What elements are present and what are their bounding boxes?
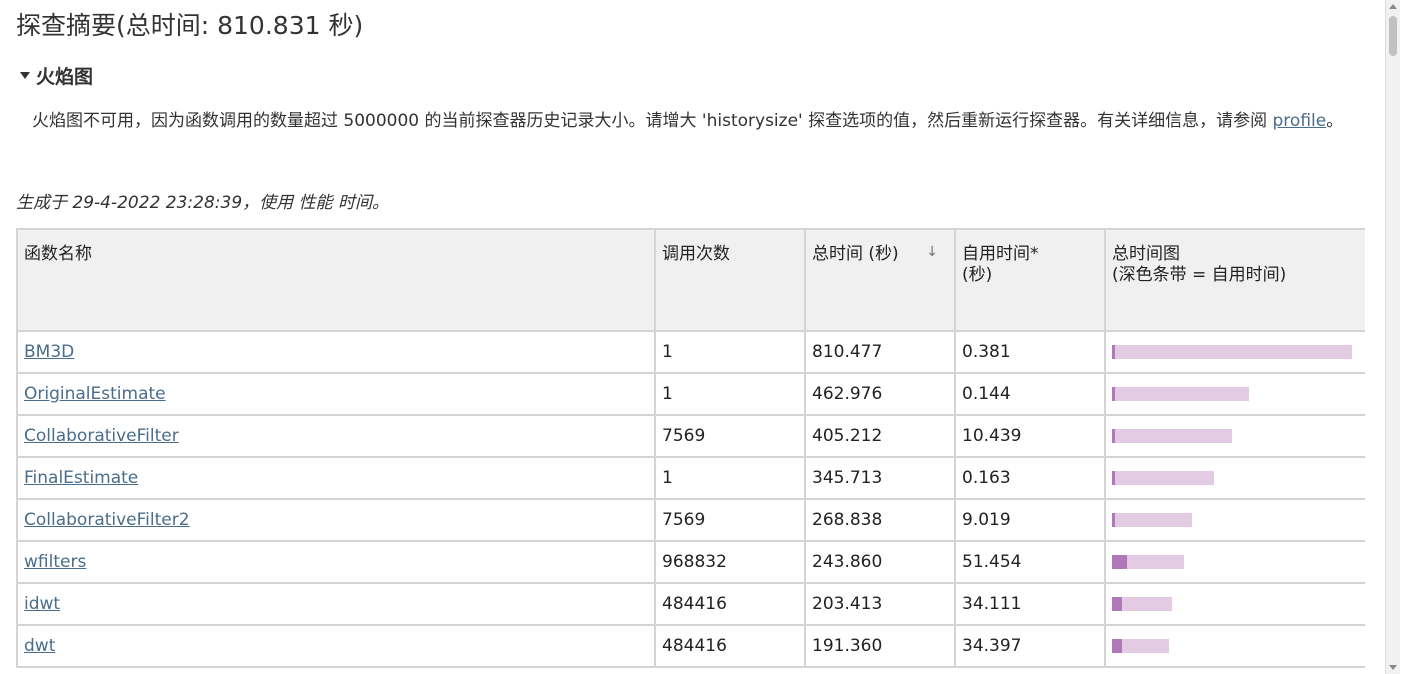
page-title: 探查摘要(总时间: 810.831 秒) — [16, 11, 364, 40]
total-time-bar — [1112, 513, 1192, 527]
flame-graph-notice: 火焰图不可用，因为函数调用的数量超过 5000000 的当前探查器历史记录大小。… — [32, 108, 1382, 134]
cell-total-time: 405.212 — [804, 414, 956, 458]
cell-total-time-plot — [1104, 330, 1365, 374]
header-function-name[interactable]: 函数名称 — [16, 228, 656, 332]
function-link[interactable]: dwt — [24, 636, 55, 656]
cell-calls: 484416 — [654, 582, 806, 626]
notice-text: 火焰图不可用，因为函数调用的数量超过 5000000 的当前探查器历史记录大小。… — [32, 111, 1273, 131]
cell-function-name: CollaborativeFilter2 — [16, 498, 656, 542]
cell-total-time-plot — [1104, 456, 1365, 500]
header-self-time-label: 自用时间* — [962, 244, 1039, 264]
cell-total-time-plot — [1104, 498, 1365, 542]
table-row: idwt 484416 203.413 34.111 — [16, 582, 1365, 626]
profile-table: 函数名称 调用次数 总时间 (秒) ↓ 自用时间* (秒) 总时间图 (深色条带… — [16, 228, 1365, 668]
self-time-bar — [1112, 429, 1115, 443]
cell-function-name: CollaborativeFilter — [16, 414, 656, 458]
cell-total-time: 345.713 — [804, 456, 956, 500]
header-total-time-label: 总时间 (秒) — [812, 244, 899, 264]
cell-total-time: 810.477 — [804, 330, 956, 374]
cell-calls: 1 — [654, 372, 806, 416]
self-time-bar — [1112, 387, 1115, 401]
table-row: wfilters 968832 243.860 51.454 — [16, 540, 1365, 584]
cell-self-time: 0.144 — [954, 372, 1106, 416]
cell-calls: 7569 — [654, 414, 806, 458]
cell-total-time: 243.860 — [804, 540, 956, 584]
cell-self-time: 9.019 — [954, 498, 1106, 542]
total-time-bar — [1112, 345, 1352, 359]
cell-calls: 484416 — [654, 624, 806, 668]
self-time-bar — [1112, 555, 1127, 569]
table-row: BM3D 1 810.477 0.381 — [16, 330, 1365, 374]
self-time-bar — [1112, 639, 1122, 653]
total-time-bar — [1112, 471, 1214, 485]
function-link[interactable]: wfilters — [24, 552, 86, 572]
cell-self-time: 51.454 — [954, 540, 1106, 584]
cell-function-name: FinalEstimate — [16, 456, 656, 500]
table-row: FinalEstimate 1 345.713 0.163 — [16, 456, 1365, 500]
self-time-bar — [1112, 597, 1122, 611]
header-function-name-label: 函数名称 — [24, 244, 92, 264]
function-link[interactable]: FinalEstimate — [24, 468, 138, 488]
scroll-down-icon[interactable] — [1389, 665, 1397, 670]
cell-self-time: 10.439 — [954, 414, 1106, 458]
notice-end: 。 — [1326, 111, 1344, 131]
sort-descending-icon: ↓ — [926, 244, 938, 260]
cell-total-time: 268.838 — [804, 498, 956, 542]
header-total-time[interactable]: 总时间 (秒) ↓ — [804, 228, 956, 332]
generated-info: 生成于 29-4-2022 23:28:39，使用 性能 时间。 — [16, 193, 389, 213]
function-link[interactable]: BM3D — [24, 342, 74, 362]
self-time-bar — [1112, 513, 1115, 527]
cell-total-time: 462.976 — [804, 372, 956, 416]
header-graph-label: 总时间图 — [1112, 244, 1180, 264]
table-row: OriginalEstimate 1 462.976 0.144 — [16, 372, 1365, 416]
function-link[interactable]: OriginalEstimate — [24, 384, 166, 404]
cell-calls: 1 — [654, 456, 806, 500]
scroll-up-icon[interactable] — [1389, 4, 1397, 9]
table-row: dwt 484416 191.360 34.397 — [16, 624, 1365, 668]
cell-function-name: OriginalEstimate — [16, 372, 656, 416]
header-calls-label: 调用次数 — [662, 244, 730, 264]
flame-graph-section-toggle[interactable]: 火焰图 — [20, 62, 93, 89]
header-self-time[interactable]: 自用时间* (秒) — [954, 228, 1106, 332]
flame-graph-heading: 火焰图 — [36, 66, 94, 88]
header-self-time-unit: (秒) — [962, 265, 993, 285]
profile-summary-page: 探查摘要(总时间: 810.831 秒) 火焰图 火焰图不可用，因为函数调用的数… — [0, 0, 1400, 674]
total-time-bar — [1112, 387, 1249, 401]
cell-total-time-plot — [1104, 372, 1365, 416]
total-time-bar — [1112, 429, 1232, 443]
cell-calls: 1 — [654, 330, 806, 374]
header-graph-legend: (深色条带 = 自用时间) — [1112, 265, 1287, 285]
cell-total-time-plot — [1104, 414, 1365, 458]
cell-total-time: 203.413 — [804, 582, 956, 626]
cell-function-name: idwt — [16, 582, 656, 626]
profile-doc-link[interactable]: profile — [1273, 111, 1327, 131]
cell-total-time-plot — [1104, 624, 1365, 668]
function-link[interactable]: CollaborativeFilter — [24, 426, 179, 446]
table-body: BM3D 1 810.477 0.381 OriginalEstimate 1 462.97… — [16, 330, 1365, 668]
header-calls[interactable]: 调用次数 — [654, 228, 806, 332]
scrollbar-thumb[interactable] — [1389, 16, 1397, 56]
cell-function-name: BM3D — [16, 330, 656, 374]
cell-function-name: dwt — [16, 624, 656, 668]
self-time-bar — [1112, 471, 1115, 485]
table-row: CollaborativeFilter2 7569 268.838 9.019 — [16, 498, 1365, 542]
cell-self-time: 0.381 — [954, 330, 1106, 374]
function-link[interactable]: idwt — [24, 594, 60, 614]
cell-total-time-plot — [1104, 540, 1365, 584]
cell-self-time: 0.163 — [954, 456, 1106, 500]
cell-self-time: 34.111 — [954, 582, 1106, 626]
table-header-row: 函数名称 调用次数 总时间 (秒) ↓ 自用时间* (秒) 总时间图 (深色条带… — [16, 228, 1365, 332]
self-time-bar — [1112, 345, 1115, 359]
vertical-scrollbar[interactable] — [1385, 0, 1400, 674]
cell-calls: 7569 — [654, 498, 806, 542]
cell-total-time-plot — [1104, 582, 1365, 626]
table-row: CollaborativeFilter 7569 405.212 10.439 — [16, 414, 1365, 458]
cell-function-name: wfilters — [16, 540, 656, 584]
cell-self-time: 34.397 — [954, 624, 1106, 668]
collapse-triangle-icon — [20, 72, 30, 79]
cell-calls: 968832 — [654, 540, 806, 584]
function-link[interactable]: CollaborativeFilter2 — [24, 510, 190, 530]
cell-total-time: 191.360 — [804, 624, 956, 668]
header-total-time-plot: 总时间图 (深色条带 = 自用时间) — [1104, 228, 1365, 332]
